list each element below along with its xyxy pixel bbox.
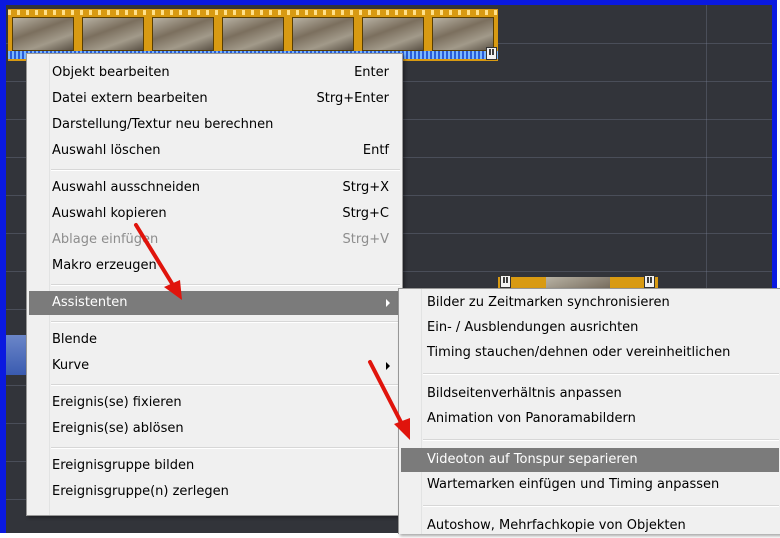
menu-item-label: Ein- / Ausblendungen ausrichten bbox=[427, 320, 639, 335]
submenu-arrow-icon bbox=[386, 299, 390, 307]
menu-separator bbox=[423, 439, 779, 441]
menu-item-ablage-einfugen: Ablage einfügen Strg+V bbox=[29, 228, 400, 252]
menu-item-shortcut: Entf bbox=[362, 143, 389, 158]
menu-item-objekt-bearbeiten[interactable]: Objekt bearbeiten Enter bbox=[29, 61, 400, 85]
menu-item-shortcut: Enter bbox=[354, 65, 389, 80]
menu-item-shortcut: Strg+X bbox=[342, 180, 389, 195]
menu-item-label: Bilder zu Zeitmarken synchronisieren bbox=[427, 295, 670, 310]
menu-separator bbox=[51, 384, 400, 386]
submenu-item-autoshow-mehrfachkopie-von-objekten[interactable]: Autoshow, Mehrfachkopie von Objekten bbox=[401, 514, 779, 538]
submenu-item-wartemarken-einfugen-und-timing-anpassen[interactable]: Wartemarken einfügen und Timing anpassen bbox=[401, 473, 779, 497]
menu-item-label: Wartemarken einfügen und Timing anpassen bbox=[427, 477, 720, 492]
track-marker[interactable] bbox=[6, 335, 28, 375]
menu-separator bbox=[51, 321, 400, 323]
clip-handle-icon[interactable]: II bbox=[500, 275, 511, 288]
menu-item-auswahl-loschen[interactable]: Auswahl löschen Entf bbox=[29, 139, 400, 163]
clip-handle-icon[interactable]: II bbox=[486, 47, 497, 60]
clip-thumbnail bbox=[222, 17, 284, 51]
menu-item-label: Auswahl kopieren bbox=[52, 206, 167, 221]
menu-item-ereignis-se-ablosen[interactable]: Ereignis(se) ablösen bbox=[29, 417, 400, 441]
menu-item-ereignisgruppe-bilden[interactable]: Ereignisgruppe bilden bbox=[29, 454, 400, 478]
clip-thumbnail bbox=[82, 17, 144, 51]
menu-item-label: Datei extern bearbeiten bbox=[52, 91, 208, 106]
menu-item-label: Auswahl ausschneiden bbox=[52, 180, 200, 195]
menu-item-label: Blende bbox=[52, 332, 98, 347]
submenu-item-videoton-auf-tonspur-separieren[interactable]: Videoton auf Tonspur separieren bbox=[401, 448, 779, 472]
menu-item-label: Objekt bearbeiten bbox=[52, 65, 170, 80]
menu-item-auswahl-ausschneiden[interactable]: Auswahl ausschneiden Strg+X bbox=[29, 176, 400, 200]
menu-item-datei-extern-bearbeiten[interactable]: Datei extern bearbeiten Strg+Enter bbox=[29, 87, 400, 111]
menu-separator bbox=[51, 447, 400, 449]
menu-item-makro-erzeugen[interactable]: Makro erzeugen bbox=[29, 254, 400, 278]
clip-thumbnail bbox=[292, 17, 354, 51]
film-perforation bbox=[8, 10, 498, 15]
menu-item-label: Darstellung/Textur neu berechnen bbox=[52, 117, 274, 132]
menu-item-shortcut: Strg+V bbox=[342, 232, 389, 247]
menu-item-blende[interactable]: Blende bbox=[29, 328, 400, 352]
menu-item-assistenten[interactable]: Assistenten bbox=[29, 291, 400, 315]
menu-item-label: Videoton auf Tonspur separieren bbox=[427, 452, 638, 467]
menu-separator bbox=[423, 373, 779, 375]
menu-item-label: Auswahl löschen bbox=[52, 143, 161, 158]
submenu-item-bildseitenverhaltnis-anpassen[interactable]: Bildseitenverhältnis anpassen bbox=[401, 382, 779, 406]
clip-thumbnail bbox=[362, 17, 424, 51]
menu-item-kurve[interactable]: Kurve bbox=[29, 354, 400, 378]
menu-separator bbox=[51, 284, 400, 286]
clip-thumbnail bbox=[152, 17, 214, 51]
menu-item-label: Kurve bbox=[52, 358, 90, 373]
menu-item-shortcut: Strg+C bbox=[342, 206, 389, 221]
menu-item-auswahl-kopieren[interactable]: Auswahl kopieren Strg+C bbox=[29, 202, 400, 226]
menu-item-label: Assistenten bbox=[52, 295, 128, 310]
menu-item-shortcut: Strg+Enter bbox=[316, 91, 389, 106]
menu-item-label: Ereignisgruppe(n) zerlegen bbox=[52, 484, 229, 499]
menu-item-label: Timing stauchen/dehnen oder vereinheitli… bbox=[427, 345, 731, 360]
assistants-submenu: Bilder zu Zeitmarken synchronisieren Ein-… bbox=[398, 288, 780, 534]
menu-item-label: Autoshow, Mehrfachkopie von Objekten bbox=[427, 518, 686, 533]
menu-separator bbox=[423, 505, 779, 507]
context-menu: Objekt bearbeiten Enter Datei extern bearb… bbox=[26, 53, 403, 516]
menu-item-darstellung-textur-neu-berechnen[interactable]: Darstellung/Textur neu berechnen bbox=[29, 113, 400, 137]
submenu-item-ein-ausblendungen-ausrichten[interactable]: Ein- / Ausblendungen ausrichten bbox=[401, 316, 779, 340]
menu-item-label: Bildseitenverhältnis anpassen bbox=[427, 386, 622, 401]
menu-item-label: Ereignis(se) fixieren bbox=[52, 395, 182, 410]
submenu-item-bilder-zu-zeitmarken-synchronisieren[interactable]: Bilder zu Zeitmarken synchronisieren bbox=[401, 291, 779, 315]
menu-item-ereignisgruppe-n-zerlegen[interactable]: Ereignisgruppe(n) zerlegen bbox=[29, 480, 400, 504]
submenu-arrow-icon bbox=[386, 362, 390, 370]
menu-separator bbox=[51, 169, 400, 171]
clip-thumbnail bbox=[432, 17, 494, 51]
menu-item-label: Animation von Panoramabildern bbox=[427, 411, 636, 426]
clip-handle-icon[interactable]: II bbox=[644, 275, 655, 288]
menu-item-label: Ereignis(se) ablösen bbox=[52, 421, 184, 436]
menu-item-ereignis-se-fixieren[interactable]: Ereignis(se) fixieren bbox=[29, 391, 400, 415]
menu-item-label: Ablage einfügen bbox=[52, 232, 159, 247]
menu-item-label: Makro erzeugen bbox=[52, 258, 157, 273]
clip-thumbnail bbox=[12, 17, 74, 51]
submenu-item-animation-von-panoramabildern[interactable]: Animation von Panoramabildern bbox=[401, 407, 779, 431]
menu-item-label: Ereignisgruppe bilden bbox=[52, 458, 195, 473]
submenu-item-timing-stauchen-dehnen-oder-vereinheitlichen[interactable]: Timing stauchen/dehnen oder vereinheitli… bbox=[401, 341, 779, 365]
